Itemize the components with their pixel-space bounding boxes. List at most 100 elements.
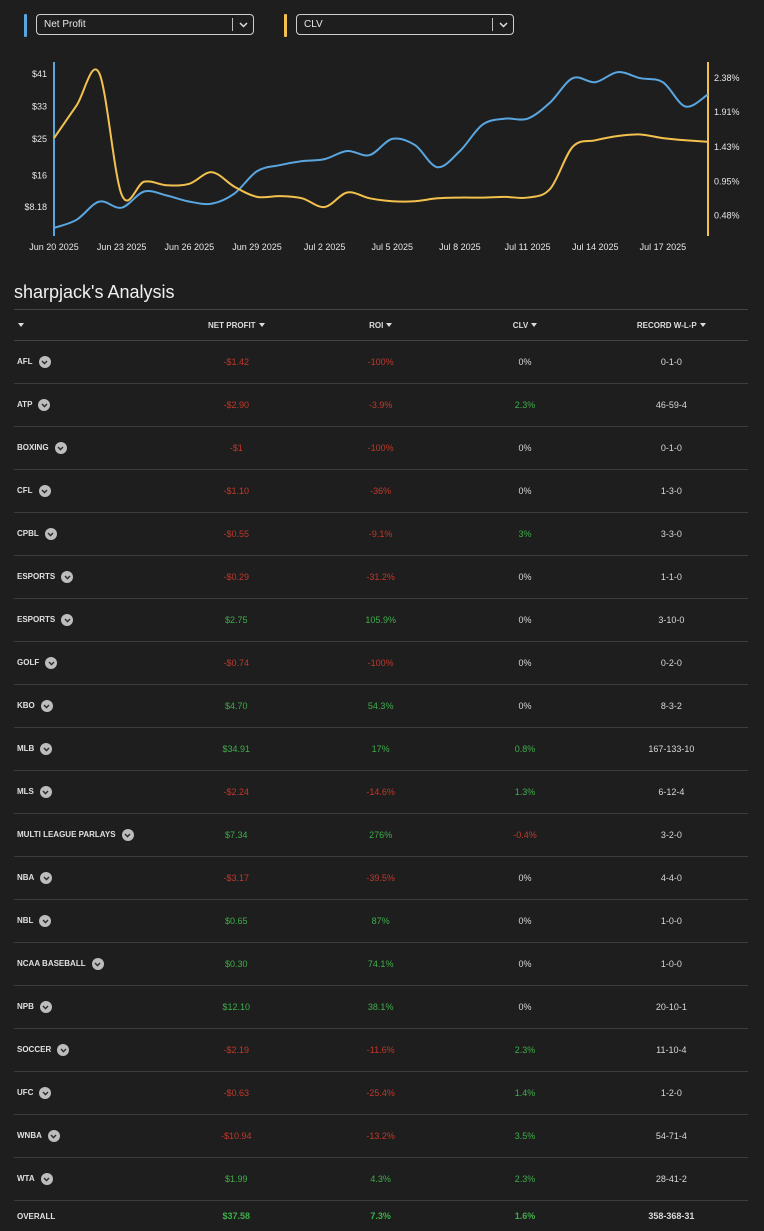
league-name: CFL (17, 486, 33, 495)
league-name: MLB (17, 744, 34, 753)
expand-chevron-icon[interactable] (61, 571, 73, 583)
clv-series-line (54, 69, 708, 207)
net-profit-cell: $37.58 (167, 1201, 307, 1231)
caret-down-icon (700, 323, 706, 327)
clv-cell: 0% (455, 427, 594, 470)
league-name: NBL (17, 916, 33, 925)
table-row[interactable]: ESPORTS-$0.29-31.2%0%1-1-0 (14, 556, 748, 599)
net-profit-cell: -$2.90 (167, 384, 307, 427)
roi-column-header[interactable]: ROI (306, 310, 455, 341)
table-row[interactable]: ESPORTS$2.75105.9%0%3-10-0 (14, 599, 748, 642)
caret-down-icon (259, 323, 265, 327)
expand-chevron-icon[interactable] (92, 958, 104, 970)
table-row[interactable]: NPB$12.1038.1%0%20-10-1 (14, 986, 748, 1029)
net-profit-column-header[interactable]: NET PROFIT (167, 310, 307, 341)
league-name-cell: ESPORTS (14, 556, 167, 599)
table-row[interactable]: KBO$4.7054.3%0%8-3-2 (14, 685, 748, 728)
clv-cell: 1.3% (455, 771, 594, 814)
league-name: ATP (17, 400, 32, 409)
table-row[interactable]: NBL$0.6587%0%1-0-0 (14, 900, 748, 943)
table-row[interactable]: SOCCER-$2.19-11.6%2.3%11-10-4 (14, 1029, 748, 1072)
expand-chevron-icon[interactable] (40, 1001, 52, 1013)
analysis-table: NET PROFIT ROI CLV RECORD W-L-P AFL-$1.4… (14, 309, 748, 1231)
roi-cell: 54.3% (306, 685, 455, 728)
net-profit-cell: $12.10 (167, 986, 307, 1029)
left-metric-select[interactable]: Net Profit (36, 14, 254, 35)
expand-chevron-icon[interactable] (39, 356, 51, 368)
table-row[interactable]: NBA-$3.17-39.5%0%4-4-0 (14, 857, 748, 900)
net-profit-cell: -$0.74 (167, 642, 307, 685)
expand-chevron-icon[interactable] (122, 829, 134, 841)
expand-chevron-icon[interactable] (45, 657, 57, 669)
record-cell: 0-1-0 (595, 341, 748, 384)
expand-chevron-icon[interactable] (39, 1087, 51, 1099)
net-profit-cell: -$10.94 (167, 1115, 307, 1158)
table-row[interactable]: MLB$34.9117%0.8%167-133-10 (14, 728, 748, 771)
league-name-cell: MLS (14, 771, 167, 814)
expand-chevron-icon[interactable] (39, 485, 51, 497)
left-axis-tick-label: $16 (32, 170, 47, 180)
chevron-down-icon[interactable] (233, 22, 253, 28)
x-axis-tick-label: Jul 2 2025 (304, 242, 346, 252)
expand-chevron-icon[interactable] (40, 872, 52, 884)
expand-chevron-icon[interactable] (57, 1044, 69, 1056)
roi-cell: -9.1% (306, 513, 455, 556)
record-cell: 0-2-0 (595, 642, 748, 685)
clv-cell: 0% (455, 986, 594, 1029)
expand-chevron-icon[interactable] (55, 442, 67, 454)
net-profit-cell: -$0.63 (167, 1072, 307, 1115)
league-name: OVERALL (17, 1212, 55, 1221)
right-axis-tick-label: 1.43% (714, 142, 740, 152)
table-row[interactable]: MLS-$2.24-14.6%1.3%6-12-4 (14, 771, 748, 814)
table-row[interactable]: MULTI LEAGUE PARLAYS$7.34276%-0.4%3-2-0 (14, 814, 748, 857)
expand-chevron-icon[interactable] (48, 1130, 60, 1142)
x-axis-tick-label: Jul 17 2025 (640, 242, 687, 252)
record-cell: 3-3-0 (595, 513, 748, 556)
league-name: WTA (17, 1174, 35, 1183)
roi-cell: -14.6% (306, 771, 455, 814)
expand-chevron-icon[interactable] (41, 1173, 53, 1185)
roi-cell: -31.2% (306, 556, 455, 599)
table-row[interactable]: BOXING-$1-100%0%0-1-0 (14, 427, 748, 470)
right-axis-tick-label: 2.38% (714, 73, 740, 83)
expand-chevron-icon[interactable] (40, 743, 52, 755)
table-row[interactable]: UFC-$0.63-25.4%1.4%1-2-0 (14, 1072, 748, 1115)
right-metric-selector-wrap: CLV (284, 14, 514, 37)
net-profit-cell: -$1.10 (167, 470, 307, 513)
caret-down-icon[interactable] (18, 323, 24, 327)
roi-cell: -13.2% (306, 1115, 455, 1158)
name-column-header[interactable] (14, 310, 167, 341)
record-cell: 3-2-0 (595, 814, 748, 857)
table-row[interactable]: GOLF-$0.74-100%0%0-2-0 (14, 642, 748, 685)
expand-chevron-icon[interactable] (41, 700, 53, 712)
table-row[interactable]: ATP-$2.90-3.9%2.3%46-59-4 (14, 384, 748, 427)
league-name-cell: WTA (14, 1158, 167, 1201)
clv-column-header[interactable]: CLV (455, 310, 594, 341)
expand-chevron-icon[interactable] (40, 786, 52, 798)
roi-cell: -39.5% (306, 857, 455, 900)
table-row[interactable]: WTA$1.994.3%2.3%28-41-2 (14, 1158, 748, 1201)
record-column-header[interactable]: RECORD W-L-P (595, 310, 748, 341)
expand-chevron-icon[interactable] (61, 614, 73, 626)
expand-chevron-icon[interactable] (39, 915, 51, 927)
league-name-cell: ESPORTS (14, 599, 167, 642)
right-metric-label: CLV (297, 19, 492, 30)
league-name: ESPORTS (17, 572, 55, 581)
league-name: ESPORTS (17, 615, 55, 624)
table-row[interactable]: WNBA-$10.94-13.2%3.5%54-71-4 (14, 1115, 748, 1158)
chevron-down-icon[interactable] (493, 22, 513, 28)
league-name-cell: CFL (14, 470, 167, 513)
clv-cell: 3.5% (455, 1115, 594, 1158)
table-row[interactable]: CPBL-$0.55-9.1%3%3-3-0 (14, 513, 748, 556)
table-row[interactable]: AFL-$1.42-100%0%0-1-0 (14, 341, 748, 384)
analysis-title: sharpjack's Analysis (14, 282, 175, 303)
right-metric-select[interactable]: CLV (296, 14, 514, 35)
table-row[interactable]: CFL-$1.10-36%0%1-3-0 (14, 470, 748, 513)
expand-chevron-icon[interactable] (38, 399, 50, 411)
expand-chevron-icon[interactable] (45, 528, 57, 540)
record-cell: 11-10-4 (595, 1029, 748, 1072)
x-axis-tick-label: Jul 11 2025 (505, 242, 551, 252)
table-row[interactable]: NCAA BASEBALL$0.3074.1%0%1-0-0 (14, 943, 748, 986)
record-cell: 1-2-0 (595, 1072, 748, 1115)
clv-cell: 0% (455, 470, 594, 513)
